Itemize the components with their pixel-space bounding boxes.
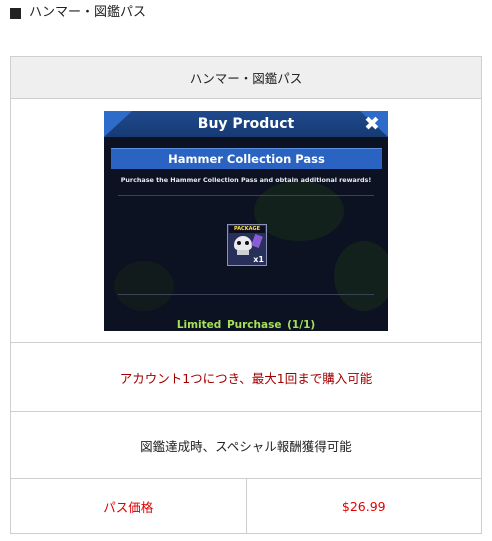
buy-product-dialog: Buy Product ✖ Hammer Collection Pass Pur… [104, 110, 388, 331]
package-badge: PACKAGE [229, 225, 265, 233]
skull-jaw-icon [237, 249, 249, 255]
pass-info-table: ハンマー・図鑑パス Buy Product ✖ Hammer Collectio… [10, 56, 482, 534]
product-name: Hammer Collection Pass [168, 151, 325, 166]
product-description: Purchase the Hammer Collection Pass and … [120, 175, 372, 184]
item-quantity: x1 [253, 254, 264, 264]
screenshot-row: Buy Product ✖ Hammer Collection Pass Pur… [10, 98, 482, 343]
price-row: パス価格 $26.99 [10, 478, 482, 534]
price-label: パス価格 [10, 478, 247, 534]
purchase-limit-note: アカウント1つにつき、最大1回まで購入可能 [10, 342, 482, 412]
skull-eye-icon [245, 240, 249, 245]
purchase-limit-label: Limited Purchase [176, 318, 282, 331]
background-foliage [254, 180, 344, 241]
dialog-title: Buy Product [197, 115, 295, 132]
section-heading: ハンマー・図鑑パス [10, 4, 146, 22]
table-title: ハンマー・図鑑パス [10, 56, 482, 99]
table-header-row: ハンマー・図鑑パス [10, 56, 482, 99]
section-heading-text: ハンマー・図鑑パス [29, 5, 147, 20]
screenshot-cell: Buy Product ✖ Hammer Collection Pass Pur… [10, 98, 482, 343]
package-item-icon[interactable]: PACKAGE x1 [227, 223, 267, 266]
price-value: $26.99 [245, 478, 482, 534]
divider-bottom [118, 293, 374, 295]
close-icon[interactable]: ✖ [362, 114, 382, 134]
purchase-limit: Limited Purchase (1/1) [104, 319, 388, 331]
limit-row: アカウント1つにつき、最大1回まで購入可能 [10, 342, 482, 412]
description-row: 図鑑達成時、スペシャル報酬獲得可能 [10, 411, 482, 479]
purchase-limit-count: (1/1) [287, 318, 316, 331]
hammer-icon [251, 233, 263, 248]
square-bullet-icon [10, 7, 21, 19]
skull-eye-icon [237, 240, 241, 245]
background-foliage [114, 260, 174, 311]
reward-description: 図鑑達成時、スペシャル報酬獲得可能 [10, 411, 482, 479]
divider-top [118, 194, 374, 196]
background-foliage [334, 240, 388, 311]
